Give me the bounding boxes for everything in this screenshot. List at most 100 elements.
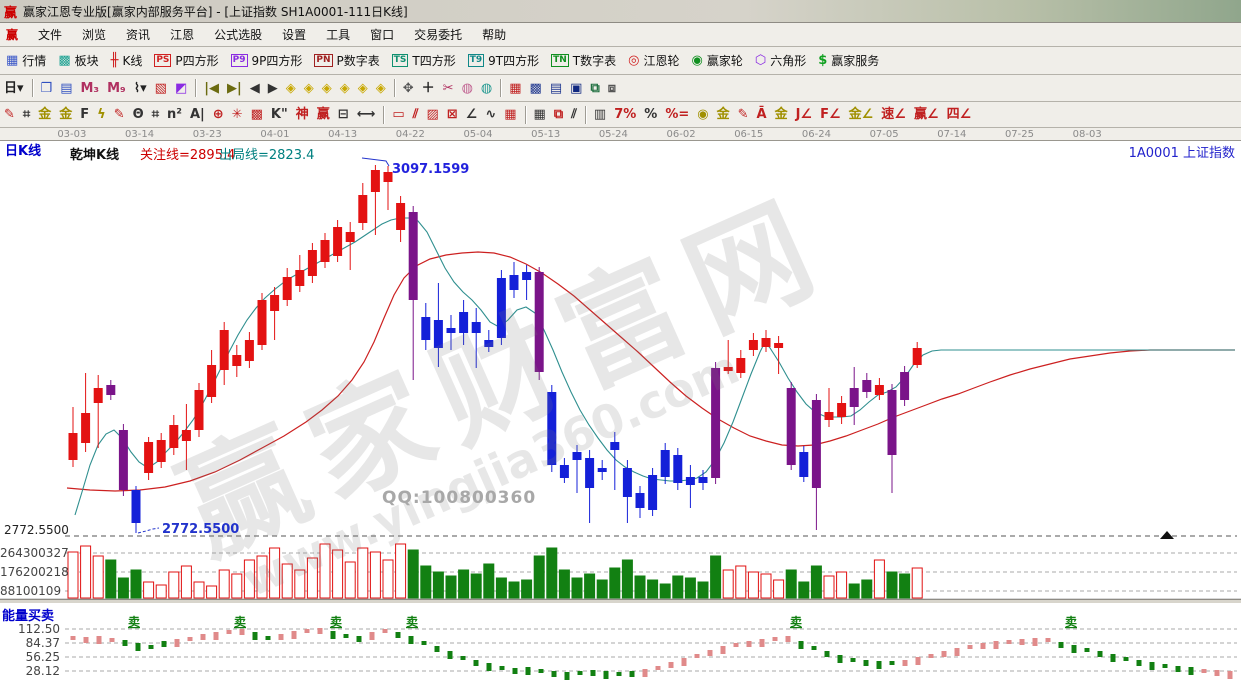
chart-window-button[interactable]: ❒ — [38, 80, 56, 97]
seven-pct-button[interactable]: 7% — [611, 106, 639, 123]
a-flag-button[interactable]: A| — [187, 106, 208, 123]
percent-line-button[interactable]: %= — [662, 106, 692, 123]
fibo-f-button[interactable]: F — [77, 106, 92, 123]
pencil2-button[interactable]: ✎ — [111, 106, 128, 123]
grid-dark-button[interactable]: ▦ — [531, 106, 549, 123]
menu-formula-stock-pick[interactable]: 公式选股 — [204, 24, 272, 45]
angle-ying-button[interactable]: 赢∠ — [911, 106, 942, 123]
next-button[interactable]: ▶ — [265, 80, 281, 97]
gann-wheel-button[interactable]: ◎江恩轮 — [623, 50, 684, 71]
t-digit-button[interactable]: TNT数字表 — [546, 50, 621, 71]
menu-settings[interactable]: 设置 — [272, 24, 316, 45]
shen-lines-button[interactable]: 神 — [293, 106, 312, 123]
grid-red-button[interactable]: ▦ — [501, 106, 519, 123]
gold-underline-button[interactable]: 金 — [714, 106, 733, 123]
box-arrow-button[interactable]: ⧉ — [551, 106, 566, 123]
last-page-button[interactable]: ▶| — [224, 80, 245, 97]
candle-period-button[interactable]: 日▾ — [1, 80, 27, 97]
first-page-button[interactable]: |◀ — [201, 80, 222, 97]
angle-gold-button[interactable]: 金∠ — [846, 106, 877, 123]
bar-steps-button[interactable]: ▥ — [591, 106, 609, 123]
angle-si-button[interactable]: 四∠ — [944, 106, 975, 123]
n-square-button[interactable]: n² — [164, 106, 185, 123]
menu-trade-entrust[interactable]: 交易委托 — [404, 24, 472, 45]
color-chart-button[interactable]: ◩ — [172, 80, 190, 97]
info-panel-button[interactable]: ▤ — [57, 80, 75, 97]
candle-style-button[interactable]: ⌇▾ — [131, 80, 150, 97]
angle-j-button[interactable]: J∠ — [793, 106, 816, 123]
network-button[interactable]: ⧉ — [587, 80, 602, 97]
gann-web-button[interactable]: ✳ — [229, 106, 246, 123]
menu-gann[interactable]: 江恩 — [160, 24, 204, 45]
gold-circle-button[interactable]: ◉ — [694, 106, 711, 123]
p-digit-button[interactable]: PNP数字表 — [309, 50, 384, 71]
web-box-button[interactable]: ▩ — [248, 106, 266, 123]
zoom-right-button[interactable]: ◈ — [301, 80, 317, 97]
brush-bars-button[interactable]: ✎ — [735, 106, 752, 123]
wave-line-button[interactable]: ∿ — [482, 106, 499, 123]
pane-separator[interactable] — [0, 599, 1241, 604]
angle-line-button[interactable]: ∠ — [463, 106, 481, 123]
9t-square-button[interactable]: T99T四方形 — [463, 50, 544, 71]
p-square-button[interactable]: PSP四方形 — [149, 50, 223, 71]
winner-service-button[interactable]: $赢家服务 — [813, 50, 884, 71]
zoom-all-compress-button[interactable]: ◈ — [355, 80, 371, 97]
a-wave-button[interactable]: Ā — [754, 106, 770, 123]
k-quote-button[interactable]: K" — [268, 106, 291, 123]
remote-pc-button[interactable]: ⧈ — [605, 80, 619, 97]
prev-button[interactable]: ◀ — [247, 80, 263, 97]
analysis-a-button[interactable]: ◍ — [459, 80, 476, 97]
fan-lines-button[interactable]: ⫽ — [410, 106, 422, 123]
9p-square-button[interactable]: P99P四方形 — [226, 50, 308, 71]
ma3-button[interactable]: M₃ — [77, 80, 102, 97]
memo-button[interactable]: ▤ — [547, 80, 565, 97]
pencil-tool-button[interactable]: ✎ — [1, 106, 18, 123]
crosshair-button[interactable]: ＋ — [419, 80, 438, 97]
ma9-button[interactable]: M₉ — [104, 80, 129, 97]
gann-compass-button[interactable]: ⊕ — [210, 106, 227, 123]
spiral-button[interactable]: ϟ — [94, 106, 109, 123]
angle-f-button[interactable]: F∠ — [817, 106, 844, 123]
t-square-button[interactable]: TST四方形 — [387, 50, 461, 71]
hand-drag-button[interactable]: ✥ — [400, 80, 417, 97]
calculator-button[interactable]: ▩ — [527, 80, 545, 97]
zoom-h-compress-button[interactable]: ◈ — [337, 80, 353, 97]
width-arrows-button[interactable]: ⟷ — [354, 106, 379, 123]
zoom-left-button[interactable]: ◈ — [283, 80, 299, 97]
menu-tools[interactable]: 工具 — [316, 24, 360, 45]
percent-button[interactable]: % — [641, 106, 660, 123]
gold-level-button[interactable]: 金 — [35, 106, 54, 123]
winner-wheel-button[interactable]: ◉赢家轮 — [687, 50, 748, 71]
menu-window[interactable]: 窗口 — [360, 24, 404, 45]
save-button[interactable]: ▣ — [567, 80, 585, 97]
zoom-h-expand-button[interactable]: ◈ — [319, 80, 335, 97]
kline-button[interactable]: ╫K线 — [106, 50, 148, 71]
angle-su-button[interactable]: 速∠ — [878, 106, 909, 123]
ying-lines-button[interactable]: 赢 — [314, 106, 333, 123]
sector-button[interactable]: ▩板块 — [53, 50, 103, 71]
parallel-lines-button[interactable]: ⫽ — [568, 106, 580, 123]
menu-news[interactable]: 资讯 — [116, 24, 160, 45]
quote-button[interactable]: ▦行情 — [1, 50, 51, 71]
box-cross-button[interactable]: ⊠ — [444, 106, 461, 123]
analysis-b-button[interactable]: ◍ — [478, 80, 495, 97]
menu-help[interactable]: 帮助 — [472, 24, 516, 45]
scroll-indicator-triangle[interactable] — [1160, 531, 1174, 539]
menu-file[interactable]: 文件 — [28, 24, 72, 45]
ruler-grid-button[interactable]: ⌗ — [149, 106, 162, 123]
menu-browse[interactable]: 浏览 — [72, 24, 116, 45]
title-bar[interactable]: 赢 赢家江恩专业版[赢家内部服务平台] - [上证指数 SH1A0001-111… — [0, 0, 1241, 23]
ruler-ticks-button[interactable]: ⌗ — [20, 106, 33, 123]
measure-button[interactable]: ✂ — [440, 80, 457, 97]
clock-circle-button[interactable]: Θ — [130, 106, 147, 123]
ruler-123-button[interactable]: ⊟ — [335, 106, 352, 123]
hexagon-button[interactable]: ⬡六角形 — [750, 50, 811, 71]
gold-dash-button[interactable]: 金 — [772, 106, 791, 123]
box-frame-button[interactable]: ▭ — [389, 106, 407, 123]
candle-body — [825, 412, 834, 420]
box-fan-button[interactable]: ▨ — [423, 106, 441, 123]
gold-level2-button[interactable]: 金 — [56, 106, 75, 123]
calendar-button[interactable]: ▦ — [506, 80, 524, 97]
zoom-all-expand-button[interactable]: ◈ — [373, 80, 389, 97]
pattern-box-button[interactable]: ▧ — [152, 80, 170, 97]
